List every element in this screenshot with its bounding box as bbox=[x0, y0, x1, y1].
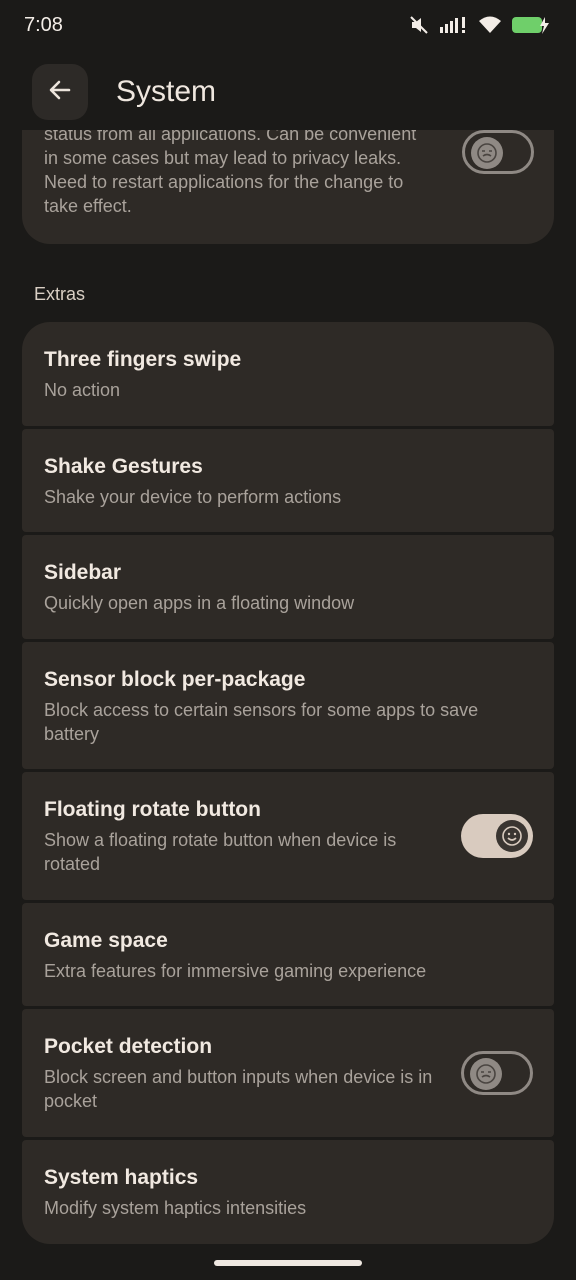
setting-sidebar[interactable]: Sidebar Quickly open apps in a floating … bbox=[22, 535, 554, 639]
status-icons bbox=[408, 14, 550, 40]
setting-system-haptics[interactable]: System haptics Modify system haptics int… bbox=[22, 1140, 554, 1244]
setting-summary: Block screen and button inputs when devi… bbox=[44, 1067, 433, 1111]
status-bar: 7:08 bbox=[0, 0, 576, 52]
partial-item-summary: status from all applications. Can be con… bbox=[44, 130, 417, 216]
setting-shake-gestures[interactable]: Shake Gestures Shake your device to perf… bbox=[22, 429, 554, 532]
wifi-icon bbox=[478, 15, 502, 40]
setting-title: Floating rotate button bbox=[44, 798, 261, 821]
arrow-left-icon bbox=[47, 77, 73, 108]
setting-summary: Block access to certain sensors for some… bbox=[44, 700, 479, 744]
toggle-thumb-off-icon bbox=[471, 137, 503, 169]
setting-floating-rotate-button[interactable]: Floating rotate button Show a floating r… bbox=[22, 772, 554, 900]
toggle-thumb-off-icon bbox=[470, 1058, 502, 1090]
floating-rotate-toggle[interactable] bbox=[461, 814, 533, 858]
partial-item-toggle[interactable] bbox=[462, 130, 534, 174]
toggle-thumb-on-icon bbox=[496, 820, 528, 852]
setting-sensor-block[interactable]: Sensor block per-package Block access to… bbox=[22, 642, 554, 769]
setting-title: Game space bbox=[44, 929, 168, 952]
partial-setting-item[interactable]: status from all applications. Can be con… bbox=[22, 130, 554, 244]
setting-summary: Shake your device to perform actions bbox=[44, 487, 342, 507]
signal-icon bbox=[440, 15, 468, 40]
setting-three-fingers-swipe[interactable]: Three fingers swipe No action bbox=[22, 322, 554, 426]
back-button[interactable] bbox=[32, 64, 88, 120]
setting-title: Sensor block per-package bbox=[44, 668, 306, 691]
setting-title: Three fingers swipe bbox=[44, 348, 242, 371]
page-title: System bbox=[116, 75, 217, 108]
setting-summary: Modify system haptics intensities bbox=[44, 1198, 307, 1218]
setting-pocket-detection[interactable]: Pocket detection Block screen and button… bbox=[22, 1009, 554, 1137]
setting-title: Pocket detection bbox=[44, 1035, 213, 1058]
setting-summary: Extra features for immersive gaming expe… bbox=[44, 961, 427, 981]
setting-title: Shake Gestures bbox=[44, 455, 203, 478]
home-indicator[interactable] bbox=[214, 1260, 362, 1266]
setting-summary: Quickly open apps in a floating window bbox=[44, 593, 355, 613]
status-time: 7:08 bbox=[24, 14, 63, 36]
battery-charging-icon bbox=[512, 15, 550, 40]
section-header-extras: Extras bbox=[34, 284, 86, 304]
setting-summary: No action bbox=[44, 380, 121, 400]
setting-game-space[interactable]: Game space Extra features for immersive … bbox=[22, 903, 554, 1006]
settings-list[interactable]: status from all applications. Can be con… bbox=[0, 130, 576, 1280]
mute-icon bbox=[408, 14, 430, 41]
setting-title: System haptics bbox=[44, 1166, 199, 1189]
pocket-detection-toggle[interactable] bbox=[461, 1051, 533, 1095]
app-bar: System bbox=[0, 58, 576, 128]
setting-summary: Show a floating rotate button when devic… bbox=[44, 830, 397, 874]
setting-title: Sidebar bbox=[44, 561, 122, 584]
